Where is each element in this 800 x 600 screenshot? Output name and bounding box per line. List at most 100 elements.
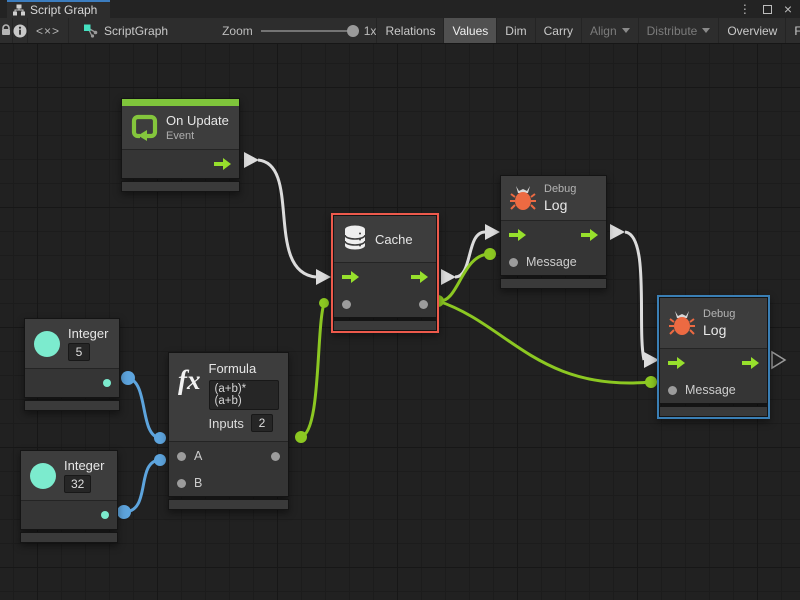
integer-value-field[interactable]: 5 bbox=[68, 343, 90, 361]
flow-input-port[interactable] bbox=[668, 357, 685, 369]
flow-output-port[interactable] bbox=[581, 229, 598, 241]
info-icon bbox=[13, 24, 27, 38]
graph-toolbar: <×> ScriptGraph Zoom 1x Relations Values… bbox=[0, 18, 800, 44]
integer-value-field[interactable]: 32 bbox=[64, 475, 91, 493]
node-footer bbox=[168, 499, 289, 510]
node-title: Formula bbox=[209, 361, 280, 376]
database-icon bbox=[343, 225, 367, 253]
node-header: On Update Event bbox=[122, 106, 239, 150]
port-row: A bbox=[169, 442, 288, 470]
zoom-value: 1x bbox=[364, 24, 377, 38]
node-header: Debug Log bbox=[501, 176, 606, 221]
flow-input-port[interactable] bbox=[509, 229, 526, 241]
value-output-port[interactable] bbox=[101, 511, 109, 519]
node-on-update-main: On Update Event bbox=[121, 98, 240, 179]
node-integer-2-main: Integer 32 bbox=[20, 450, 118, 530]
node-integer-2[interactable]: Integer 32 bbox=[20, 450, 118, 543]
node-title: Log bbox=[703, 322, 735, 338]
integer-type-icon bbox=[34, 331, 60, 357]
fullscreen-button[interactable]: Full Screen bbox=[785, 18, 800, 43]
node-footer bbox=[333, 320, 437, 331]
port-row bbox=[334, 263, 436, 291]
zoom-slider[interactable] bbox=[261, 30, 356, 32]
port-label: Message bbox=[685, 383, 736, 397]
node-cache-main: Cache bbox=[333, 215, 437, 318]
node-kind: Debug bbox=[703, 308, 735, 320]
formula-fx-icon: fx bbox=[178, 367, 201, 394]
node-cache[interactable]: Cache bbox=[333, 215, 437, 331]
align-button[interactable]: Align bbox=[581, 18, 638, 43]
flow-input-port[interactable] bbox=[342, 271, 359, 283]
graph-name-label: ScriptGraph bbox=[104, 24, 168, 38]
node-formula[interactable]: fx Formula (a+b)*(a+b) Inputs 2 A B bbox=[168, 352, 289, 510]
message-input-port[interactable] bbox=[509, 258, 518, 267]
bug-icon bbox=[669, 310, 695, 336]
zoom-slider-handle[interactable] bbox=[347, 25, 359, 37]
value-input-port[interactable] bbox=[342, 300, 351, 309]
node-title: On Update bbox=[166, 113, 229, 128]
port-row bbox=[25, 369, 119, 397]
node-title: Log bbox=[544, 197, 576, 213]
input-port-b[interactable] bbox=[177, 479, 186, 488]
zoom-control: Zoom 1x bbox=[222, 18, 376, 43]
node-footer bbox=[659, 406, 768, 417]
node-header: Cache bbox=[334, 216, 436, 263]
port-row bbox=[122, 150, 239, 178]
tab-title: Script Graph bbox=[30, 3, 97, 17]
node-header: fx Formula (a+b)*(a+b) Inputs 2 bbox=[169, 353, 288, 442]
event-accent-bar bbox=[122, 99, 239, 106]
node-footer bbox=[20, 532, 118, 543]
lock-icon bbox=[0, 24, 12, 37]
close-icon[interactable]: × bbox=[784, 2, 792, 16]
node-subtitle: Event bbox=[166, 130, 229, 142]
inputs-count-field[interactable]: 2 bbox=[251, 414, 273, 432]
flow-output-port[interactable] bbox=[214, 158, 231, 170]
message-input-port[interactable] bbox=[668, 386, 677, 395]
script-graph-icon bbox=[83, 24, 98, 38]
port-row: Message bbox=[501, 249, 606, 275]
node-integer-1[interactable]: Integer 5 bbox=[24, 318, 120, 411]
overview-button[interactable]: Overview bbox=[718, 18, 785, 43]
code-toggle-label: <×> bbox=[36, 24, 60, 38]
tab-bar: Script Graph ⋮ × bbox=[0, 0, 800, 18]
value-output-port[interactable] bbox=[419, 300, 428, 309]
node-kind: Debug bbox=[544, 183, 576, 195]
tab-script-graph[interactable]: Script Graph bbox=[7, 0, 110, 18]
inspector-button[interactable] bbox=[13, 18, 28, 43]
relations-button[interactable]: Relations bbox=[376, 18, 443, 43]
port-row: B bbox=[169, 470, 288, 496]
value-output-port[interactable] bbox=[103, 379, 111, 387]
node-integer-1-main: Integer 5 bbox=[24, 318, 120, 398]
input-port-a[interactable] bbox=[177, 452, 186, 461]
distribute-button[interactable]: Distribute bbox=[638, 18, 719, 43]
graph-hierarchy-icon bbox=[13, 4, 25, 16]
node-header: Integer 32 bbox=[21, 451, 117, 501]
window-menu-icon[interactable]: ⋮ bbox=[739, 3, 751, 15]
maximize-icon[interactable] bbox=[763, 5, 772, 14]
chevron-down-icon bbox=[622, 28, 630, 33]
node-header: Debug Log bbox=[660, 298, 767, 349]
carry-button[interactable]: Carry bbox=[535, 18, 581, 43]
node-debug-log-1[interactable]: Debug Log Message bbox=[500, 175, 607, 289]
integer-type-icon bbox=[30, 463, 56, 489]
window-controls: ⋮ × bbox=[739, 0, 800, 18]
graph-breadcrumb[interactable]: ScriptGraph bbox=[69, 18, 180, 43]
node-footer bbox=[500, 278, 607, 289]
node-title: Integer bbox=[64, 458, 104, 473]
port-row bbox=[334, 291, 436, 317]
chevron-down-icon bbox=[702, 28, 710, 33]
toggle-values-button[interactable]: <×> bbox=[28, 18, 69, 43]
node-header: Integer 5 bbox=[25, 319, 119, 369]
port-label: A bbox=[194, 449, 202, 463]
lock-button[interactable] bbox=[0, 18, 13, 43]
dim-button[interactable]: Dim bbox=[496, 18, 534, 43]
value-output-port[interactable] bbox=[271, 452, 280, 461]
node-debug-log-2[interactable]: Debug Log Message bbox=[659, 297, 768, 417]
values-button[interactable]: Values bbox=[443, 18, 496, 43]
formula-expression-field[interactable]: (a+b)*(a+b) bbox=[209, 380, 280, 410]
node-title: Integer bbox=[68, 326, 108, 341]
port-label: B bbox=[194, 476, 202, 490]
flow-output-port[interactable] bbox=[411, 271, 428, 283]
flow-output-port[interactable] bbox=[742, 357, 759, 369]
node-on-update[interactable]: On Update Event bbox=[121, 98, 240, 192]
